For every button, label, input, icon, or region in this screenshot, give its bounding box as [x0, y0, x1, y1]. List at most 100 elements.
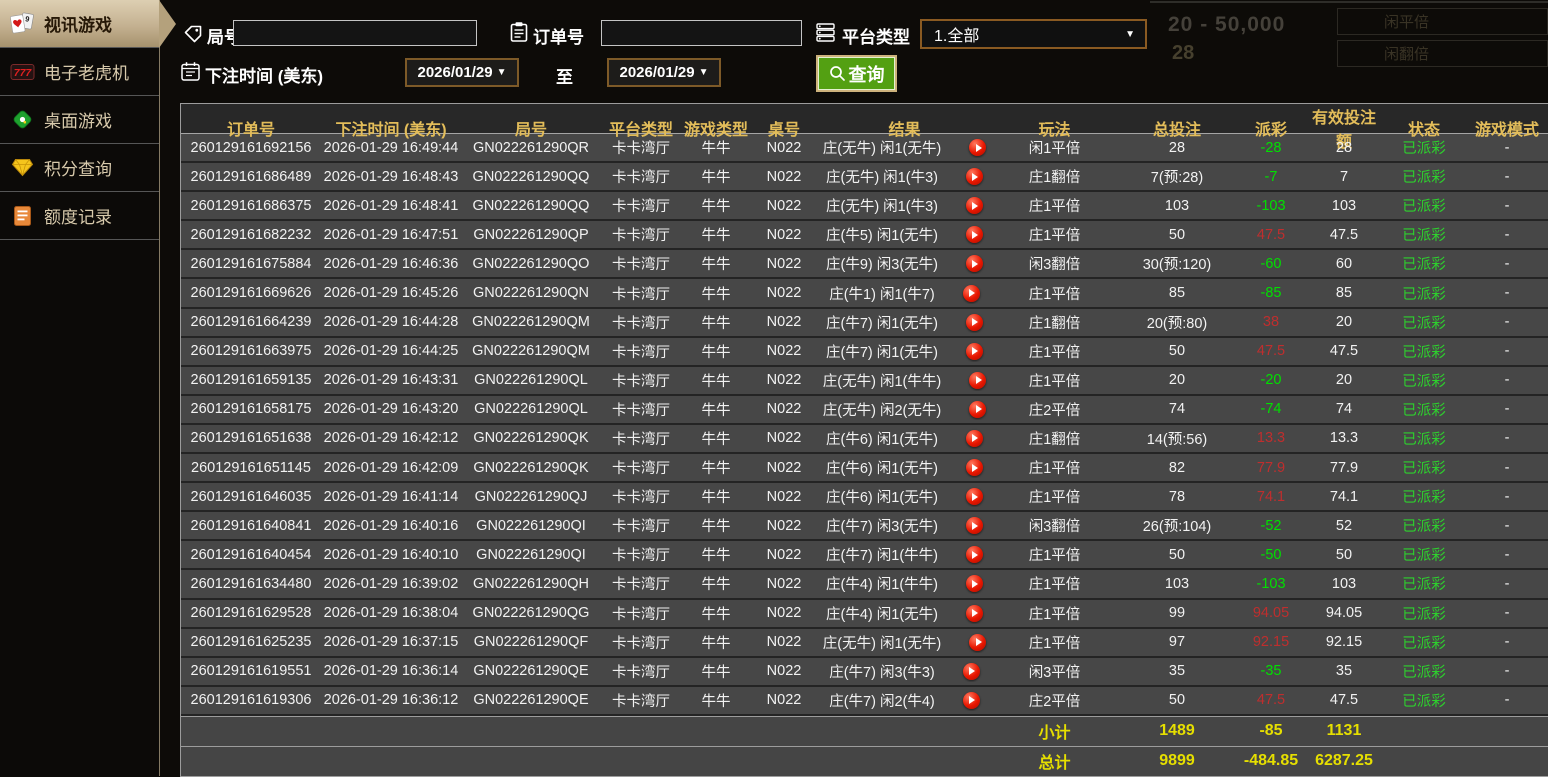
valid-cell: 47.5 — [1329, 343, 1359, 360]
replay-video-button[interactable] — [965, 342, 983, 360]
status-cell: 已派彩 — [1402, 170, 1446, 187]
sidebar-item-video-games[interactable]: 9 视讯游戏 — [0, 0, 176, 48]
date-from-picker[interactable]: 2026/01/29 — [405, 58, 519, 87]
order-cell: 260129161619551 — [190, 663, 312, 680]
sidebar-item-table-games[interactable]: 桌面游戏 — [0, 96, 159, 144]
replay-video-button[interactable] — [962, 284, 980, 302]
subtotal-total-bet: 1489 — [1159, 722, 1195, 740]
game-cell: 牛牛 — [701, 373, 731, 390]
platform-list-icon — [815, 22, 836, 43]
result-cell: 庄(无牛) 闲1(牛牛) — [817, 370, 992, 391]
bet-cell: 97 — [1168, 634, 1186, 651]
table-no-cell: N022 — [766, 634, 802, 651]
order-number-label: 订单号 — [533, 28, 584, 47]
platform-cell: 卡卡湾厅 — [612, 344, 670, 361]
mode-cell: - — [1504, 255, 1510, 272]
payout-cell: 47.5 — [1256, 226, 1286, 243]
mode-cell: - — [1504, 517, 1510, 534]
time-cell: 2026-01-29 16:43:20 — [323, 401, 459, 418]
background-limit-text: 20 - 50,000 — [1168, 13, 1286, 36]
replay-video-button[interactable] — [965, 604, 983, 622]
table-row: 260129161682232 2026-01-29 16:47:51 GN0222… — [181, 221, 1548, 251]
platform-type-value: 1.全部 — [934, 28, 980, 45]
play-cell: 庄1平倍 — [1028, 577, 1081, 594]
bet-cell: 103 — [1164, 575, 1190, 592]
sidebar-item-quota-records[interactable]: 额度记录 — [0, 192, 159, 240]
time-cell: 2026-01-29 16:39:02 — [323, 575, 459, 592]
chevron-down-icon — [699, 67, 709, 78]
order-cell: 260129161646035 — [190, 488, 312, 505]
mode-cell: - — [1504, 605, 1510, 622]
mode-cell: - — [1504, 168, 1510, 185]
status-cell: 已派彩 — [1402, 286, 1446, 303]
mode-cell: - — [1504, 430, 1510, 447]
valid-cell: 47.5 — [1329, 692, 1359, 709]
payout-cell: 77.9 — [1256, 459, 1286, 476]
replay-video-button[interactable] — [969, 139, 987, 157]
replay-video-button[interactable] — [965, 226, 983, 244]
table-no-cell: N022 — [766, 692, 802, 709]
round-cell: GN022261290QE — [473, 663, 589, 680]
replay-video-button[interactable] — [969, 400, 987, 418]
bet-cell: 82 — [1168, 459, 1186, 476]
play-cell: 庄1翻倍 — [1028, 170, 1081, 187]
search-button[interactable]: 查询 — [816, 55, 897, 92]
table-row: 260129161640454 2026-01-29 16:40:10 GN0222… — [181, 541, 1548, 571]
game-cell: 牛牛 — [701, 228, 731, 245]
play-cell: 庄2平倍 — [1028, 693, 1081, 710]
replay-video-button[interactable] — [965, 546, 983, 564]
result-text: 庄(无牛) 闲1(牛3) — [826, 199, 938, 216]
replay-video-button[interactable] — [965, 255, 983, 273]
platform-type-select[interactable]: 1.全部 — [920, 19, 1147, 49]
play-cell: 闲3翻倍 — [1028, 519, 1081, 536]
table-row: 260129161658175 2026-01-29 16:43:20 GN0222… — [181, 395, 1548, 425]
status-cell: 已派彩 — [1402, 373, 1446, 390]
subtotal-payout: -85 — [1259, 722, 1283, 740]
replay-video-button[interactable] — [965, 488, 983, 506]
result-cell: 庄(无牛) 闲1(无牛) — [817, 137, 992, 158]
bet-cell: 20 — [1168, 372, 1186, 389]
status-cell: 已派彩 — [1402, 635, 1446, 652]
replay-video-button[interactable] — [965, 168, 983, 186]
table-no-cell: N022 — [766, 488, 802, 505]
game-cell: 牛牛 — [701, 199, 731, 216]
game-cell: 牛牛 — [701, 286, 731, 303]
platform-cell: 卡卡湾厅 — [612, 431, 670, 448]
sidebar-item-slots[interactable]: 777 电子老虎机 — [0, 48, 159, 96]
game-cell: 牛牛 — [701, 490, 731, 507]
order-number-input[interactable] — [601, 20, 802, 46]
sidebar-item-points-query[interactable]: 积分查询 — [0, 144, 159, 192]
time-cell: 2026-01-29 16:44:25 — [323, 343, 459, 360]
replay-video-button[interactable] — [965, 575, 983, 593]
play-cell: 庄1平倍 — [1028, 199, 1081, 216]
status-cell: 已派彩 — [1402, 548, 1446, 565]
order-cell: 260129161686375 — [190, 197, 312, 214]
replay-video-button[interactable] — [965, 429, 983, 447]
replay-video-button[interactable] — [962, 662, 980, 680]
replay-video-button[interactable] — [962, 691, 980, 709]
replay-video-button[interactable] — [965, 197, 983, 215]
payout-cell: 92.15 — [1252, 634, 1290, 651]
table-no-cell: N022 — [766, 605, 802, 622]
ledger-document-icon — [9, 205, 35, 227]
sidebar-item-label: 积分查询 — [44, 160, 112, 179]
order-cell: 260129161692156 — [190, 139, 312, 156]
order-cell: 260129161651145 — [191, 459, 311, 476]
replay-video-button[interactable] — [969, 371, 987, 389]
payout-cell: 47.5 — [1256, 692, 1286, 709]
result-text: 庄(无牛) 闲1(无牛) — [822, 141, 942, 158]
mode-cell: - — [1504, 546, 1510, 563]
replay-video-button[interactable] — [969, 633, 987, 651]
date-to-picker[interactable]: 2026/01/29 — [607, 58, 721, 87]
round-number-input[interactable] — [233, 20, 477, 46]
valid-cell: 60 — [1335, 255, 1353, 272]
column-header-payout: 派彩 — [1254, 122, 1287, 139]
bet-cell: 30(预:120) — [1142, 257, 1212, 274]
replay-video-button[interactable] — [965, 459, 983, 477]
time-cell: 2026-01-29 16:38:04 — [323, 605, 459, 622]
replay-video-button[interactable] — [965, 517, 983, 535]
column-header-order: 订单号 — [226, 122, 275, 139]
replay-video-button[interactable] — [965, 313, 983, 331]
bet-cell: 20(预:80) — [1146, 315, 1208, 332]
mode-cell: - — [1504, 226, 1510, 243]
